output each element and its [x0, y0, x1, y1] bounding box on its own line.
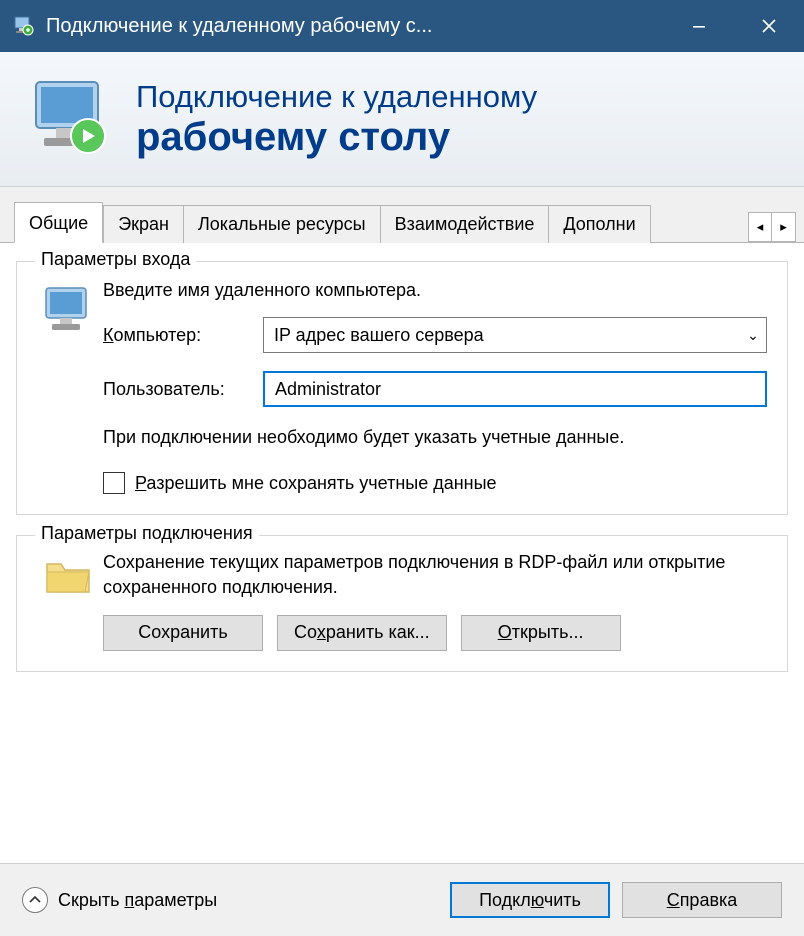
window-controls — [664, 0, 804, 52]
tab-scroll-right[interactable]: ▸ — [772, 212, 796, 242]
login-legend: Параметры входа — [35, 249, 196, 270]
connection-group: Параметры подключения Сохранение текущих… — [16, 535, 788, 671]
window-title: Подключение к удаленному рабочему с... — [46, 15, 664, 38]
tab-panel-general: Параметры входа Введите имя удаленного к… — [0, 243, 804, 702]
banner-line1: Подключение к удаленному — [136, 79, 537, 115]
titlebar: Подключение к удаленному рабочему с... — [0, 0, 804, 52]
user-label: Пользователь: — [103, 379, 263, 400]
computer-input[interactable]: IP адрес вашего сервера ⌄ — [263, 317, 767, 353]
computer-value: IP адрес вашего сервера — [264, 325, 740, 346]
connect-button[interactable]: Подключить — [450, 882, 610, 918]
app-icon — [12, 14, 36, 38]
tab-scroll-left[interactable]: ◂ — [748, 212, 772, 242]
login-group: Параметры входа Введите имя удаленного к… — [16, 261, 788, 515]
chevron-down-icon[interactable]: ⌄ — [740, 318, 766, 352]
tab-scroll: ◂ ▸ — [748, 212, 796, 242]
tab-experience[interactable]: Взаимодействие — [381, 205, 550, 243]
remember-label[interactable]: Разрешить мне сохранять учетные данные — [135, 473, 497, 494]
connection-legend: Параметры подключения — [35, 523, 259, 544]
close-button[interactable] — [734, 0, 804, 52]
content: Общие Экран Локальные ресурсы Взаимодейс… — [0, 187, 804, 863]
bottom-bar: Скрыть параметры Подключить Справка — [0, 863, 804, 936]
hide-options-label[interactable]: Скрыть параметры — [58, 890, 217, 911]
save-as-button[interactable]: Сохранить как... — [277, 615, 447, 651]
tab-local-resources[interactable]: Локальные ресурсы — [184, 205, 381, 243]
login-instruction: Введите имя удаленного компьютера. — [103, 280, 767, 301]
open-button[interactable]: Открыть... — [461, 615, 621, 651]
hide-options-toggle[interactable] — [22, 887, 48, 913]
minimize-button[interactable] — [664, 0, 734, 52]
tab-bar: Общие Экран Локальные ресурсы Взаимодейс… — [0, 187, 804, 243]
help-button[interactable]: Справка — [622, 882, 782, 918]
folder-icon — [33, 550, 103, 650]
save-button[interactable]: Сохранить — [103, 615, 263, 651]
credentials-note: При подключении необходимо будет указать… — [103, 425, 767, 450]
tab-advanced[interactable]: Дополни — [549, 205, 650, 243]
connection-text: Сохранение текущих параметров подключени… — [103, 550, 767, 600]
computer-label: Компьютер: — [103, 325, 263, 346]
remember-checkbox[interactable] — [103, 472, 125, 494]
banner: Подключение к удаленному рабочему столу — [0, 52, 804, 187]
rdp-icon — [26, 74, 116, 164]
computer-icon — [33, 276, 103, 494]
window-root: Подключение к удаленному рабочему с... П… — [0, 0, 804, 936]
user-input[interactable] — [263, 371, 767, 407]
banner-text: Подключение к удаленному рабочему столу — [136, 79, 537, 159]
tab-general[interactable]: Общие — [14, 202, 103, 243]
tab-display[interactable]: Экран — [103, 205, 184, 243]
banner-line2: рабочему столу — [136, 115, 537, 159]
